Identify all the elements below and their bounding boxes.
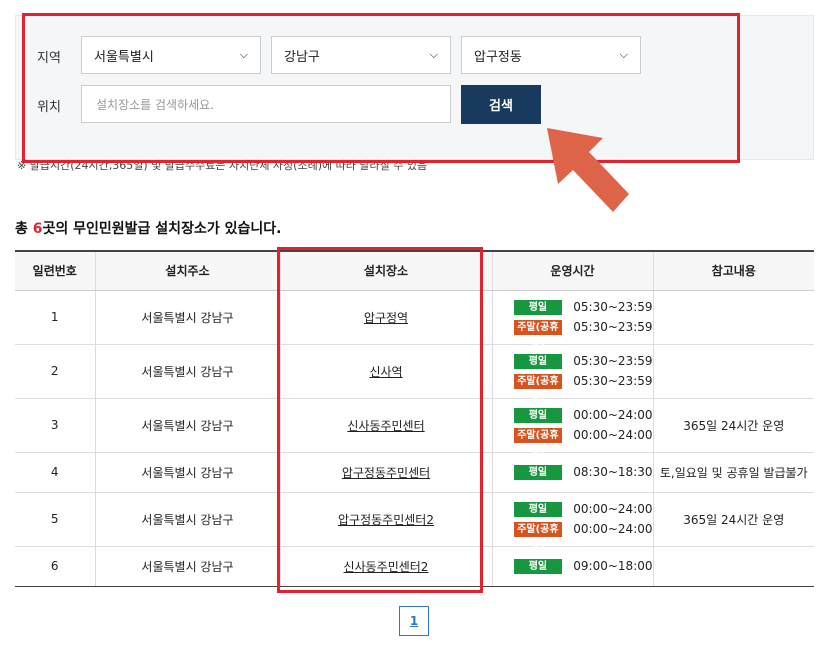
summary-prefix: 총	[15, 221, 33, 237]
table-row: 2 서울특별시 강남구 신사역 평일 05:30~23:59 주말(공휴일) 05:…	[15, 344, 814, 402]
weekend-badge: 주말(공휴일)	[513, 427, 563, 456]
header-hours: 운영시간	[492, 250, 654, 291]
location-label: 위치	[37, 100, 61, 115]
row-remark: 365일 24시간 운영	[653, 492, 814, 547]
fee-note: ※ 발급시간(24시간,365일) 및 발급수수료는 자치단체 사정(조례)에 …	[17, 159, 428, 172]
row-number: 2	[15, 344, 96, 399]
row-number: 1	[15, 290, 96, 345]
weekday-badge: 평일	[513, 353, 563, 369]
dong-select[interactable]: 압구정동 ⌵	[461, 36, 641, 74]
table-row: 1 서울특별시 강남구 압구정역 평일 05:30~23:59 주말(공휴일) 05…	[15, 290, 814, 348]
row-number: 4	[15, 452, 96, 493]
header-number: 일련번호	[15, 250, 96, 291]
place-link[interactable]: 신사동주민센터2	[344, 560, 429, 574]
row-remark	[653, 546, 814, 587]
hours-time: 00:00~24:00	[573, 522, 653, 536]
weekend-badge: 주말(공휴일)	[513, 521, 563, 550]
results-table: 일련번호 설치주소 설치장소 운영시간 참고내용 1 서울특별시 강남구 압구정…	[15, 250, 814, 587]
pointer-arrow-icon	[547, 128, 629, 212]
hours-cell: 평일 08:30~18:30	[492, 452, 654, 493]
row-remark	[653, 344, 814, 399]
city-select-value: 서울특별시	[94, 49, 154, 65]
table-row: 6 서울특별시 강남구 신사동주민센터2 평일 09:00~18:00	[15, 546, 814, 587]
hours-time: 05:30~23:59	[573, 300, 653, 314]
place-link[interactable]: 신사동주민센터	[347, 419, 424, 433]
place-link[interactable]: 압구정동주민센터	[342, 466, 430, 480]
dong-select-value: 압구정동	[474, 49, 522, 65]
weekend-badge: 주말(공휴일)	[513, 319, 563, 348]
row-address: 서울특별시 강남구	[95, 546, 281, 587]
region-label: 지역	[37, 51, 61, 66]
weekday-badge: 평일	[513, 299, 563, 315]
chevron-down-icon: ⌵	[619, 48, 628, 61]
table-row: 4 서울특별시 강남구 압구정동주민센터 평일 08:30~18:30 토,일요일…	[15, 452, 814, 493]
hours-cell: 평일 05:30~23:59 주말(공휴일) 05:30~23:59	[492, 290, 654, 348]
hours-time: 00:00~24:00	[573, 408, 653, 422]
chevron-down-icon: ⌵	[429, 48, 438, 61]
district-select-value: 강남구	[284, 49, 320, 65]
row-number: 6	[15, 546, 96, 587]
hours-time: 09:00~18:00	[573, 559, 653, 573]
header-place: 설치장소	[280, 250, 493, 291]
row-remark	[653, 290, 814, 345]
location-search-input[interactable]: 설치장소를 검색하세요.	[81, 85, 451, 123]
search-placeholder: 설치장소를 검색하세요.	[96, 97, 215, 112]
row-address: 서울특별시 강남구	[95, 398, 281, 453]
weekday-badge: 평일	[513, 407, 563, 423]
hours-cell: 평일 00:00~24:00 주말(공휴일) 00:00~24:00	[492, 398, 654, 456]
row-number: 5	[15, 492, 96, 547]
result-count: 6	[32, 221, 43, 237]
district-select[interactable]: 강남구 ⌵	[271, 36, 451, 74]
weekday-badge: 평일	[513, 558, 563, 574]
place-link[interactable]: 압구정역	[364, 311, 408, 325]
row-address: 서울특별시 강남구	[95, 492, 281, 547]
hours-time: 05:30~23:59	[573, 354, 653, 368]
hours-cell: 평일 00:00~24:00 주말(공휴일) 00:00~24:00	[492, 492, 654, 550]
row-remark: 토,일요일 및 공휴일 발급불가	[653, 452, 814, 493]
weekday-badge: 평일	[513, 501, 563, 517]
table-row: 3 서울특별시 강남구 신사동주민센터 평일 00:00~24:00 주말(공휴일…	[15, 398, 814, 456]
hours-time: 08:30~18:30	[573, 465, 653, 479]
header-address: 설치주소	[95, 250, 281, 291]
row-address: 서울특별시 강남구	[95, 344, 281, 399]
result-summary: 총 6곳의 무인민원발급 설치장소가 있습니다.	[15, 218, 281, 238]
hours-time: 05:30~23:59	[573, 374, 653, 388]
table-row: 5 서울특별시 강남구 압구정동주민센터2 평일 00:00~24:00 주말(공…	[15, 492, 814, 550]
row-address: 서울특별시 강남구	[95, 452, 281, 493]
chevron-down-icon: ⌵	[239, 48, 248, 61]
hours-time: 00:00~24:00	[573, 428, 653, 442]
weekend-badge: 주말(공휴일)	[513, 373, 563, 402]
city-select[interactable]: 서울특별시 ⌵	[81, 36, 261, 74]
row-remark: 365일 24시간 운영	[653, 398, 814, 453]
hours-cell: 평일 09:00~18:00	[492, 546, 654, 587]
header-remarks: 참고내용	[653, 250, 814, 291]
summary-suffix: 곳의 무인민원발급 설치장소가 있습니다.	[42, 221, 282, 237]
hours-cell: 평일 05:30~23:59 주말(공휴일) 05:30~23:59	[492, 344, 654, 402]
row-address: 서울특별시 강남구	[95, 290, 281, 345]
weekday-badge: 평일	[513, 464, 563, 480]
row-number: 3	[15, 398, 96, 453]
place-link[interactable]: 압구정동주민센터2	[338, 513, 434, 527]
place-link[interactable]: 신사역	[369, 365, 402, 379]
hours-time: 05:30~23:59	[573, 320, 653, 334]
page-button-1[interactable]: 1	[399, 606, 429, 636]
hours-time: 00:00~24:00	[573, 502, 653, 516]
